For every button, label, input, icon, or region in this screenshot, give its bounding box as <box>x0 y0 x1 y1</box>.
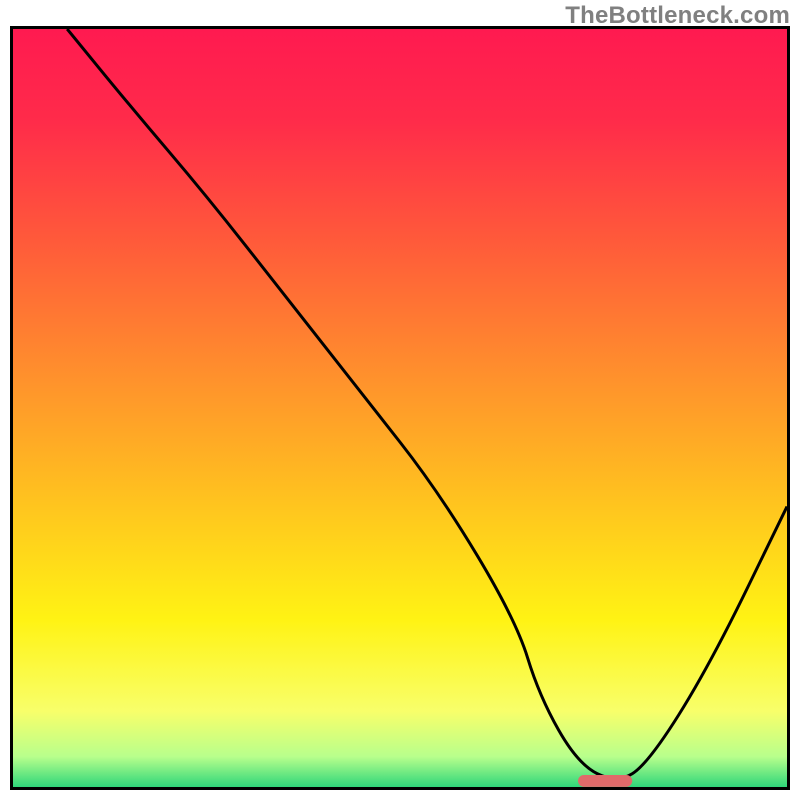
plot-frame <box>10 26 790 790</box>
optimal-marker <box>578 775 632 787</box>
plot-svg <box>13 29 787 787</box>
gradient-background <box>13 29 787 787</box>
chart-stage: TheBottleneck.com <box>0 0 800 800</box>
